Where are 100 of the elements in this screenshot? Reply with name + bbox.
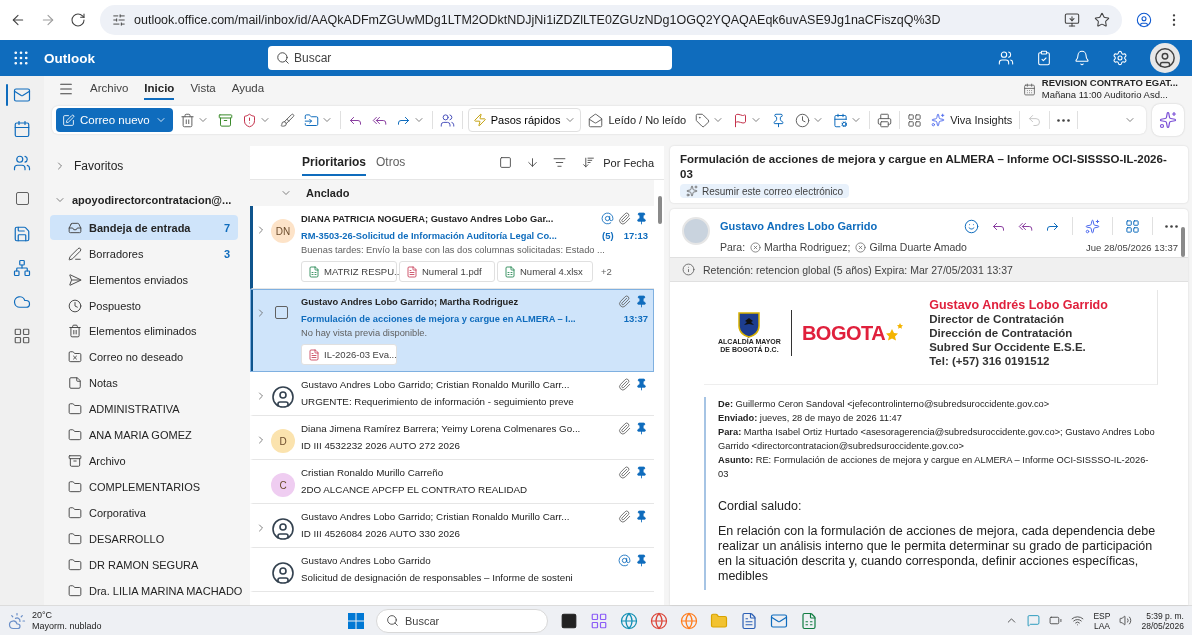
people-icon[interactable] (13, 154, 31, 172)
sort-arrow-icon[interactable] (526, 156, 540, 169)
reload-icon[interactable] (70, 12, 86, 28)
app-launcher-icon[interactable] (12, 49, 30, 67)
chat-icon[interactable] (1027, 614, 1041, 627)
ribbon-tab[interactable]: Inicio (144, 78, 175, 100)
cloud-icon[interactable] (13, 293, 31, 311)
group-header[interactable]: Anclado (250, 180, 654, 206)
pin-icon[interactable] (635, 295, 648, 308)
folder-item[interactable]: Elementos eliminados (50, 319, 238, 344)
more-attachments[interactable]: +2 (601, 266, 612, 277)
folder-label: DR RAMON SEGURA (89, 559, 199, 572)
save-icon[interactable] (13, 225, 31, 243)
calendar-icon[interactable] (13, 120, 31, 138)
account-header[interactable]: apoyodirectorcontratacion@... (50, 184, 238, 216)
avatar: D (271, 429, 295, 453)
message-row[interactable] (250, 206, 654, 289)
new-mail-button[interactable]: Correo nuevo (56, 108, 173, 132)
apps-icon[interactable] (590, 611, 608, 630)
pin-icon[interactable] (635, 466, 648, 479)
ribbon-tab[interactable]: Ayuda (231, 78, 265, 100)
mail-icon[interactable] (13, 86, 31, 104)
star-icon[interactable] (1094, 12, 1110, 28)
select-icon[interactable] (499, 156, 513, 169)
sort-button[interactable]: Por Fecha (580, 150, 656, 175)
pin-icon[interactable] (635, 554, 648, 567)
message-row[interactable]: Gustavo Andres Lobo Garrido; Martha Rodriguez Formulación de acciones de mejora y cargue en ALMERA – I... 13:37 No hay vista previa disponible. IL-2026-03 Eva... (250, 289, 654, 372)
task-view-icon[interactable] (560, 611, 578, 630)
globe-icon[interactable] (620, 611, 638, 630)
attachment-chip[interactable]: MATRIZ RESPU... (301, 261, 397, 282)
quick-steps-button[interactable]: Pasos rápidos (467, 108, 582, 132)
clipboard-icon[interactable] (1036, 50, 1052, 66)
notification-icon[interactable] (1074, 50, 1090, 66)
check-icon[interactable] (15, 192, 29, 205)
profile-icon[interactable] (1136, 12, 1152, 28)
attachment-chip[interactable]: Numeral 1.pdf (399, 261, 495, 282)
apps-icon[interactable] (1125, 218, 1140, 234)
summarize-button[interactable]: Resumir este correo electrónico (680, 184, 850, 198)
inbox-tab[interactable]: Otros (376, 149, 406, 176)
more-icon[interactable] (1165, 224, 1178, 228)
folder-item[interactable]: Archivo (50, 449, 238, 474)
message-sender: Diana Jimena Ramírez Barrera; Yeimy Lorena Colmenares Go... (301, 423, 581, 434)
recipient[interactable]: Martha Rodriguez; (764, 241, 851, 253)
ribbon-tab[interactable]: Archivo (90, 78, 129, 100)
volume-icon[interactable] (1119, 614, 1133, 627)
menu-icon[interactable] (58, 81, 74, 97)
copilot-button[interactable] (1152, 104, 1184, 136)
folder-item[interactable]: DESARROLLO (50, 527, 238, 552)
folder-item[interactable]: COMPLEMENTARIOS (50, 475, 238, 500)
pin-icon[interactable] (635, 378, 648, 391)
search-field[interactable]: Buscar (268, 46, 672, 70)
flag-icon (733, 112, 749, 128)
apps-icon[interactable] (13, 327, 31, 345)
folder-item[interactable]: Notas (50, 371, 238, 396)
folder-item[interactable]: Bandeja de entrada 7 (50, 215, 238, 240)
taskbar-search[interactable]: Buscar (376, 608, 548, 633)
folder-item[interactable]: Pospuesto (50, 293, 238, 318)
folder-item[interactable]: ADMINISTRATIVA (50, 397, 238, 422)
wifi-icon[interactable] (1071, 614, 1085, 627)
attachment-chip[interactable]: Numeral 4.xlsx (497, 261, 593, 282)
folder-item[interactable]: Borradores 3 (50, 241, 238, 266)
people-icon[interactable] (998, 50, 1014, 66)
viva-insights-button[interactable]: Viva Insights (929, 108, 1015, 132)
attachment-chip[interactable]: IL-2026-03 Eva... (301, 344, 397, 365)
account-avatar[interactable] (1150, 43, 1180, 73)
clock[interactable]: 5:39 p. m. 28/05/2026 (1141, 610, 1184, 631)
smiley-icon[interactable] (964, 218, 979, 234)
document-icon[interactable] (740, 611, 758, 630)
folder-item[interactable]: Correo no deseado (50, 345, 238, 370)
pencil-icon (68, 246, 82, 261)
back-icon[interactable] (10, 12, 26, 28)
spreadsheet-icon[interactable] (800, 611, 818, 630)
battery-icon[interactable] (1049, 614, 1063, 627)
windows-icon[interactable] (348, 612, 364, 629)
folder-item[interactable]: Corporativa (50, 501, 238, 526)
sender-name[interactable]: Gustavo Andres Lobo Garrido (720, 220, 878, 232)
browser-icon[interactable] (650, 611, 668, 630)
read-unread-button[interactable]: Leído / No leído (586, 108, 689, 132)
scrollbar-thumb[interactable] (1181, 227, 1185, 257)
pin-icon[interactable] (635, 510, 648, 523)
sparkle-icon[interactable] (1085, 218, 1100, 234)
reminder-title[interactable]: REVISION CONTRATO EGAT... (1041, 77, 1178, 89)
folder-item[interactable]: Elementos enviados (50, 267, 238, 292)
ribbon-tab[interactable]: Vista (190, 78, 216, 100)
pin-icon[interactable] (635, 422, 648, 435)
inbox-tab[interactable]: Prioritarios (302, 149, 367, 176)
settings-icon[interactable] (1112, 50, 1128, 66)
recipient[interactable]: Gilma Duarte Amado (869, 241, 967, 253)
folder-item[interactable]: ANA MARIA GOMEZ (50, 423, 238, 448)
install-icon[interactable] (1064, 12, 1080, 28)
site-settings-icon[interactable] (112, 13, 126, 27)
filter-icon[interactable] (553, 156, 567, 169)
favorites-header[interactable]: Favoritos (50, 150, 238, 182)
pin-icon[interactable] (635, 212, 648, 225)
language-indicator[interactable]: ESP LAA (1093, 610, 1111, 631)
scrollbar-thumb[interactable] (658, 196, 662, 224)
mail-icon[interactable] (770, 611, 788, 630)
checkbox[interactable] (275, 306, 288, 319)
network-icon[interactable] (13, 259, 31, 277)
folder-item[interactable]: DR RAMON SEGURA (50, 553, 238, 578)
